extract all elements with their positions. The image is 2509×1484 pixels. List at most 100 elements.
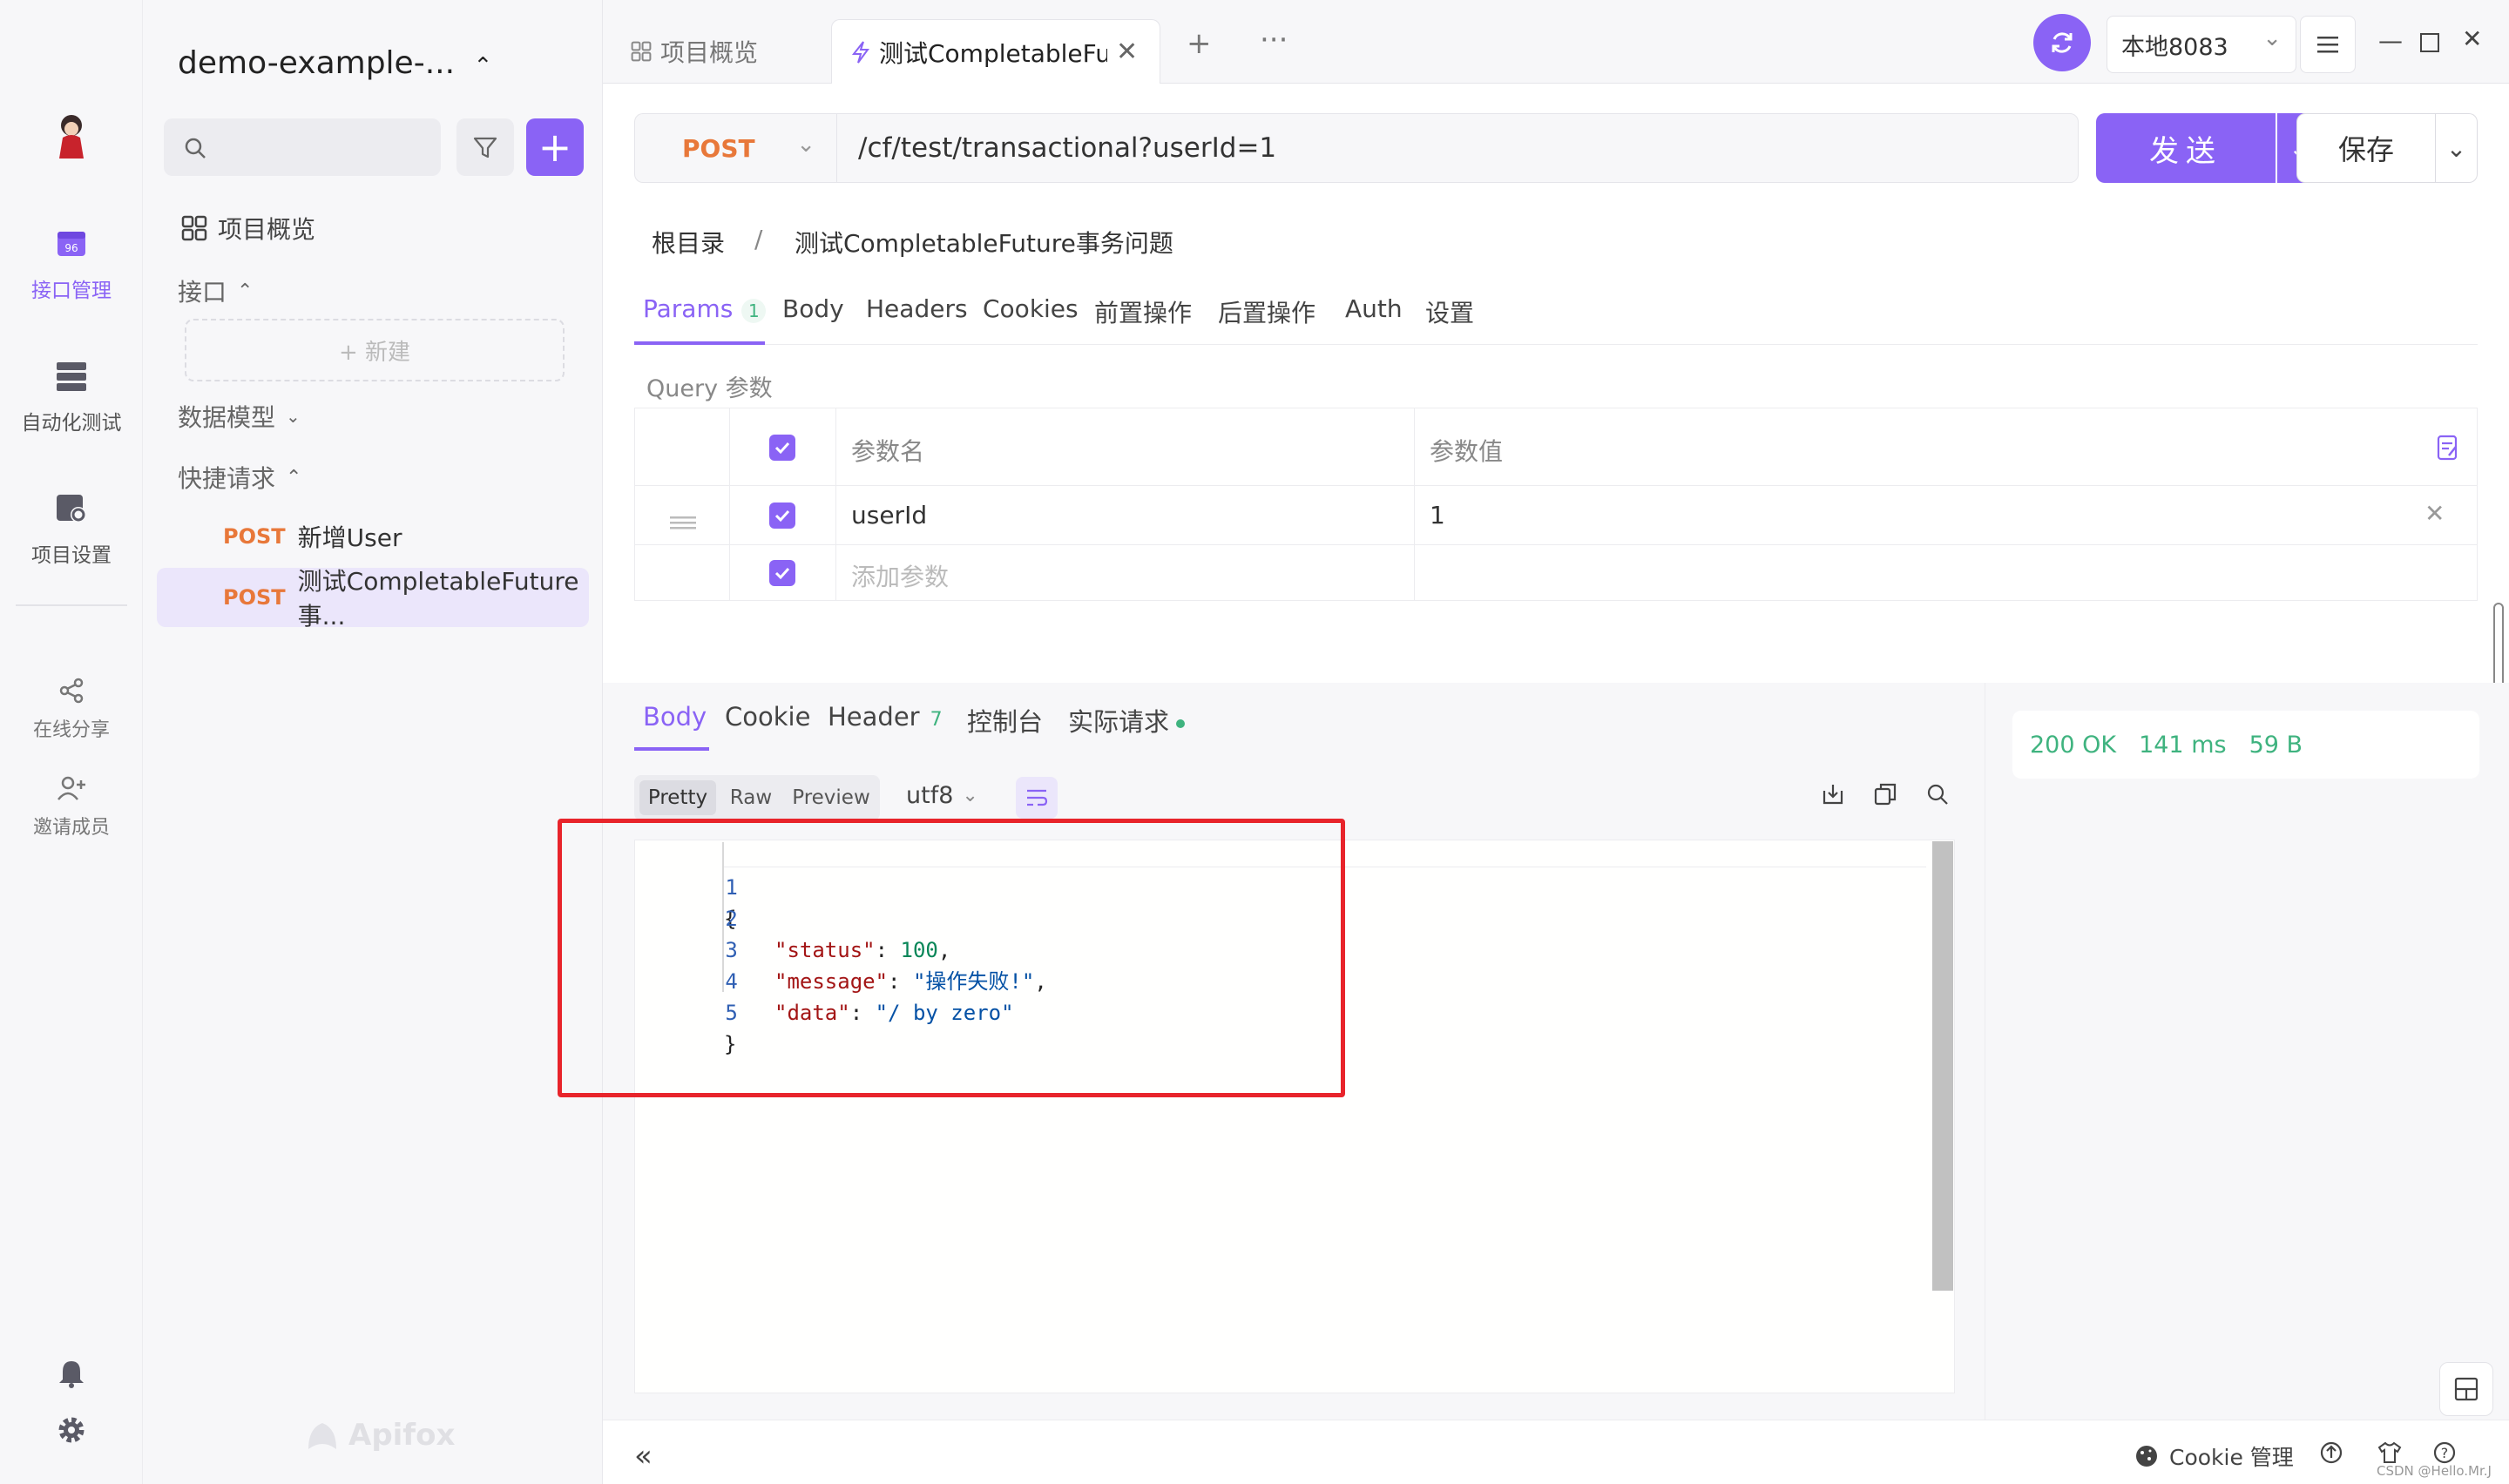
- divider: [835, 408, 836, 600]
- request-item-active[interactable]: POST 测试CompletableFuture事...: [157, 567, 589, 631]
- tab-active-request[interactable]: 测试CompletableFutu ✕: [831, 19, 1160, 84]
- response-time: 141 ms: [2139, 731, 2227, 759]
- tab-cookies[interactable]: Cookies: [983, 294, 1079, 323]
- search-input[interactable]: [164, 118, 441, 176]
- automation-test-icon: [0, 361, 143, 397]
- select-all-checkbox[interactable]: [769, 435, 795, 461]
- rail-item-share[interactable]: 在线分享: [0, 678, 143, 742]
- encoding-select[interactable]: utf8 ⌄: [906, 782, 978, 809]
- send-button[interactable]: 发送: [2096, 113, 2276, 183]
- search-icon[interactable]: [1925, 782, 1950, 813]
- response-tab-body[interactable]: Body: [643, 702, 707, 732]
- download-icon[interactable]: [1821, 782, 1845, 813]
- sidebar-item-overview[interactable]: 项目概览: [181, 211, 315, 246]
- add-button[interactable]: +: [526, 118, 584, 176]
- grid-icon: [631, 41, 652, 62]
- notification-bell-icon[interactable]: [57, 1359, 85, 1394]
- new-tab-button[interactable]: +: [1187, 26, 1212, 61]
- minimize-button[interactable]: —: [2378, 26, 2403, 55]
- project-switcher[interactable]: demo-example-... ⌃: [178, 45, 492, 81]
- tab-auth[interactable]: Auth: [1345, 294, 1403, 323]
- tab-post-operations[interactable]: 后置操作: [1218, 294, 1315, 329]
- param-value-input[interactable]: 1: [1430, 501, 1445, 530]
- breadcrumb-current: 测试CompletableFuture事务问题: [795, 229, 1173, 258]
- new-param-checkbox[interactable]: [769, 560, 795, 586]
- sidebar: demo-example-... ⌃ + 项目概览 接口 ⌃ + 新建 数据模型…: [143, 0, 603, 1484]
- param-enabled-checkbox[interactable]: [769, 503, 795, 529]
- upload-icon[interactable]: [2319, 1440, 2343, 1471]
- request-item[interactable]: POST 新增User: [157, 507, 589, 566]
- param-value-header: 参数值: [1430, 437, 1504, 466]
- new-interface-button[interactable]: + 新建: [185, 319, 565, 381]
- word-wrap-button[interactable]: [1016, 777, 1058, 819]
- format-preview-button[interactable]: Preview: [786, 780, 876, 815]
- more-tabs-button[interactable]: ···: [1260, 23, 1288, 57]
- response-tab-actual-request[interactable]: 实际请求: [1068, 702, 1186, 739]
- lightning-icon: [851, 40, 869, 64]
- sidebar-section-quick-requests[interactable]: 快捷请求 ⌃: [178, 460, 301, 495]
- environment-select[interactable]: 本地8083 ⌄: [2107, 16, 2296, 73]
- apifox-watermark: Apifox: [305, 1418, 455, 1453]
- more-dots-icon: ···: [1260, 23, 1288, 57]
- user-avatar[interactable]: [54, 113, 89, 159]
- editor-scrollbar[interactable]: [1932, 841, 1953, 1291]
- format-pretty-button[interactable]: Pretty: [639, 780, 716, 815]
- delete-param-button[interactable]: ✕: [2424, 499, 2445, 528]
- url-value: /cf/test/transactional?userId=1: [858, 132, 1277, 164]
- filter-button[interactable]: [456, 118, 514, 176]
- layout-icon: [2454, 1377, 2479, 1401]
- drag-handle-icon[interactable]: [670, 508, 696, 536]
- sidebar-section-label: 接口: [178, 278, 227, 307]
- query-params-label: Query 参数: [646, 375, 773, 402]
- menu-button[interactable]: [2300, 16, 2356, 73]
- method-value: POST: [682, 133, 755, 163]
- breadcrumb-separator: /: [754, 225, 763, 253]
- sidebar-section-interfaces[interactable]: 接口 ⌃: [178, 273, 253, 308]
- rail-item-api-management[interactable]: 96 接口管理: [0, 228, 143, 303]
- double-chevron-left-icon: «: [634, 1439, 653, 1474]
- settings-gear-icon[interactable]: [56, 1414, 87, 1452]
- apifox-logo-icon: [308, 1423, 336, 1449]
- watermark-credit: CSDN @Hello.Mr.J: [2377, 1463, 2492, 1479]
- url-input[interactable]: /cf/test/transactional?userId=1: [836, 113, 2079, 183]
- bulk-edit-icon[interactable]: [2437, 435, 2459, 467]
- sync-button[interactable]: [2033, 14, 2091, 71]
- add-param-input[interactable]: 添加参数: [851, 558, 949, 593]
- check-icon: [774, 442, 790, 455]
- tab-params[interactable]: Params 1: [643, 294, 767, 323]
- layout-toggle-button[interactable]: [2439, 1362, 2493, 1416]
- close-window-button[interactable]: ✕: [2462, 24, 2482, 53]
- sidebar-section-data-models[interactable]: 数据模型 ⌄: [178, 399, 301, 434]
- tab-label: Header: [828, 702, 920, 732]
- tab-project-overview[interactable]: 项目概览: [612, 19, 777, 84]
- send-label: 发送: [2149, 133, 2222, 169]
- maximize-button[interactable]: [2420, 33, 2439, 52]
- divider: [729, 408, 730, 600]
- rail-item-project-settings[interactable]: 项目设置: [0, 493, 143, 568]
- method-select[interactable]: POST ⌄: [634, 113, 836, 183]
- response-tab-header[interactable]: Header 7: [828, 702, 943, 732]
- panel-scrollbar[interactable]: [2493, 603, 2504, 690]
- save-dropdown-button[interactable]: ⌄: [2436, 113, 2478, 183]
- tab-settings[interactable]: 设置: [1425, 294, 1474, 329]
- tab-pre-operations[interactable]: 前置操作: [1094, 294, 1192, 329]
- format-raw-button[interactable]: Raw: [718, 780, 784, 815]
- collapse-sidebar-button[interactable]: «: [634, 1439, 653, 1474]
- rail-label: 邀请成员: [32, 817, 110, 839]
- rail-item-invite[interactable]: 邀请成员: [0, 775, 143, 840]
- rail-item-automation-test[interactable]: 自动化测试: [0, 361, 143, 435]
- save-button[interactable]: 保存: [2296, 113, 2436, 183]
- tab-headers[interactable]: Headers: [866, 294, 968, 323]
- cookie-manager-button[interactable]: Cookie 管理: [2134, 1440, 2294, 1472]
- param-name-input[interactable]: userId: [851, 501, 927, 530]
- breadcrumb-root[interactable]: 根目录: [652, 225, 725, 260]
- tab-label: 测试CompletableFutu: [879, 38, 1107, 68]
- response-tab-console[interactable]: 控制台: [967, 702, 1043, 739]
- response-tab-cookie[interactable]: Cookie: [725, 702, 810, 732]
- close-icon[interactable]: ✕: [1116, 37, 1138, 67]
- svg-text:96: 96: [64, 242, 78, 254]
- tab-body[interactable]: Body: [782, 294, 844, 323]
- query-params-table: 参数名 参数值 userId 1 ✕ 添加参数: [634, 408, 2478, 601]
- copy-icon[interactable]: [1873, 782, 1897, 813]
- new-button-label: + 新建: [338, 339, 411, 366]
